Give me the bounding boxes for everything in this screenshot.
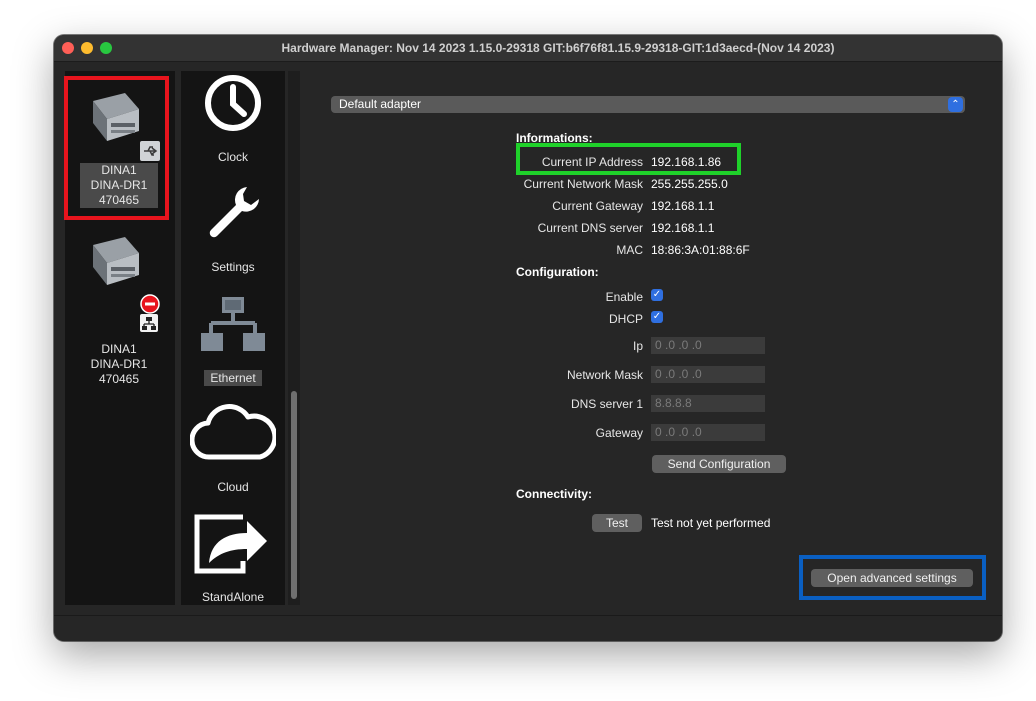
dns-server-label: DNS server 1 [570,397,643,411]
network-mask-label: Network Mask [566,368,643,382]
connectivity-heading: Connectivity: [516,487,593,501]
scrollbar-thumb[interactable] [291,391,297,599]
tabs-scrollbar[interactable] [288,71,300,605]
test-button[interactable]: Test [592,514,642,532]
tab-label: Settings [211,260,255,274]
share-arrow-icon [194,514,267,574]
tab-label: Ethernet [204,370,262,386]
selected-device-highlight [64,76,169,220]
enable-checkbox[interactable]: ✓ [651,289,663,301]
mac-value: 18:86:3A:01:88:6F [651,243,750,257]
test-status: Test not yet performed [651,516,771,530]
function-tabs: Clock Settings Ethernet Cloud StandAlone [181,71,285,605]
ip-label: Ip [632,339,643,353]
tab-label-wrapper: Ethernet [181,370,285,386]
tab-label: StandAlone [201,590,265,604]
tab-standalone[interactable]: StandAlone [181,511,285,605]
device-label: DINA1 DINA-DR1 470465 [80,342,158,387]
advanced-settings-highlight [799,555,986,600]
current-gateway-value: 192.168.1.1 [651,199,715,213]
device-item-network[interactable]: DINA1 DINA-DR1 470465 [65,221,175,386]
minimize-window-button[interactable] [81,42,93,54]
window-title: Hardware Manager: Nov 14 2023 1.15.0-293… [281,41,835,55]
tab-ethernet[interactable]: Ethernet [181,291,285,401]
adapter-select[interactable]: Default adapter ⌃ [331,96,965,113]
wrench-icon [209,187,259,238]
tab-label: Cloud [217,480,249,494]
configuration-heading: Configuration: [516,265,599,279]
tab-settings[interactable]: Settings [181,181,285,291]
device-name: DINA1 [101,342,137,356]
current-ip-highlight [516,143,741,175]
current-dns-value: 192.168.1.1 [651,221,715,235]
network-tree-icon [201,297,265,351]
dns-server-input[interactable]: 8.8.8.8 [651,395,765,412]
cloud-icon [190,404,276,460]
enable-label: Enable [605,290,643,304]
hardware-manager-window: Hardware Manager: Nov 14 2023 1.15.0-293… [54,35,1002,641]
dhcp-checkbox[interactable]: ✓ [651,311,663,323]
gateway-label: Gateway [595,426,643,440]
close-window-button[interactable] [62,42,74,54]
adapter-select-value: Default adapter [339,97,422,111]
current-dns-label: Current DNS server [537,221,643,235]
clock-icon [205,75,261,131]
title-bar: Hardware Manager: Nov 14 2023 1.15.0-293… [54,35,1002,62]
device-model: DINA-DR1 [90,357,148,371]
tab-label: Clock [217,150,248,164]
network-mask-input[interactable]: 0 .0 .0 .0 [651,366,765,383]
current-mask-value: 255.255.255.0 [651,177,728,191]
device-serial: 470465 [98,372,140,386]
current-mask-label: Current Network Mask [523,177,643,191]
device-icon [93,237,139,285]
current-gateway-label: Current Gateway [552,199,643,213]
dhcp-label: DHCP [608,312,643,326]
tab-cloud[interactable]: Cloud [181,401,285,511]
status-bar [54,615,1002,641]
send-configuration-button[interactable]: Send Configuration [652,455,786,473]
ip-input[interactable]: 0 .0 .0 .0 [651,337,765,354]
mac-label: MAC [616,243,643,257]
network-icon [140,314,158,332]
tab-clock[interactable]: Clock [181,71,285,181]
gateway-input[interactable]: 0 .0 .0 .0 [651,424,765,441]
chevron-up-down-icon: ⌃ [948,97,963,112]
error-icon [140,294,160,314]
zoom-window-button[interactable] [100,42,112,54]
